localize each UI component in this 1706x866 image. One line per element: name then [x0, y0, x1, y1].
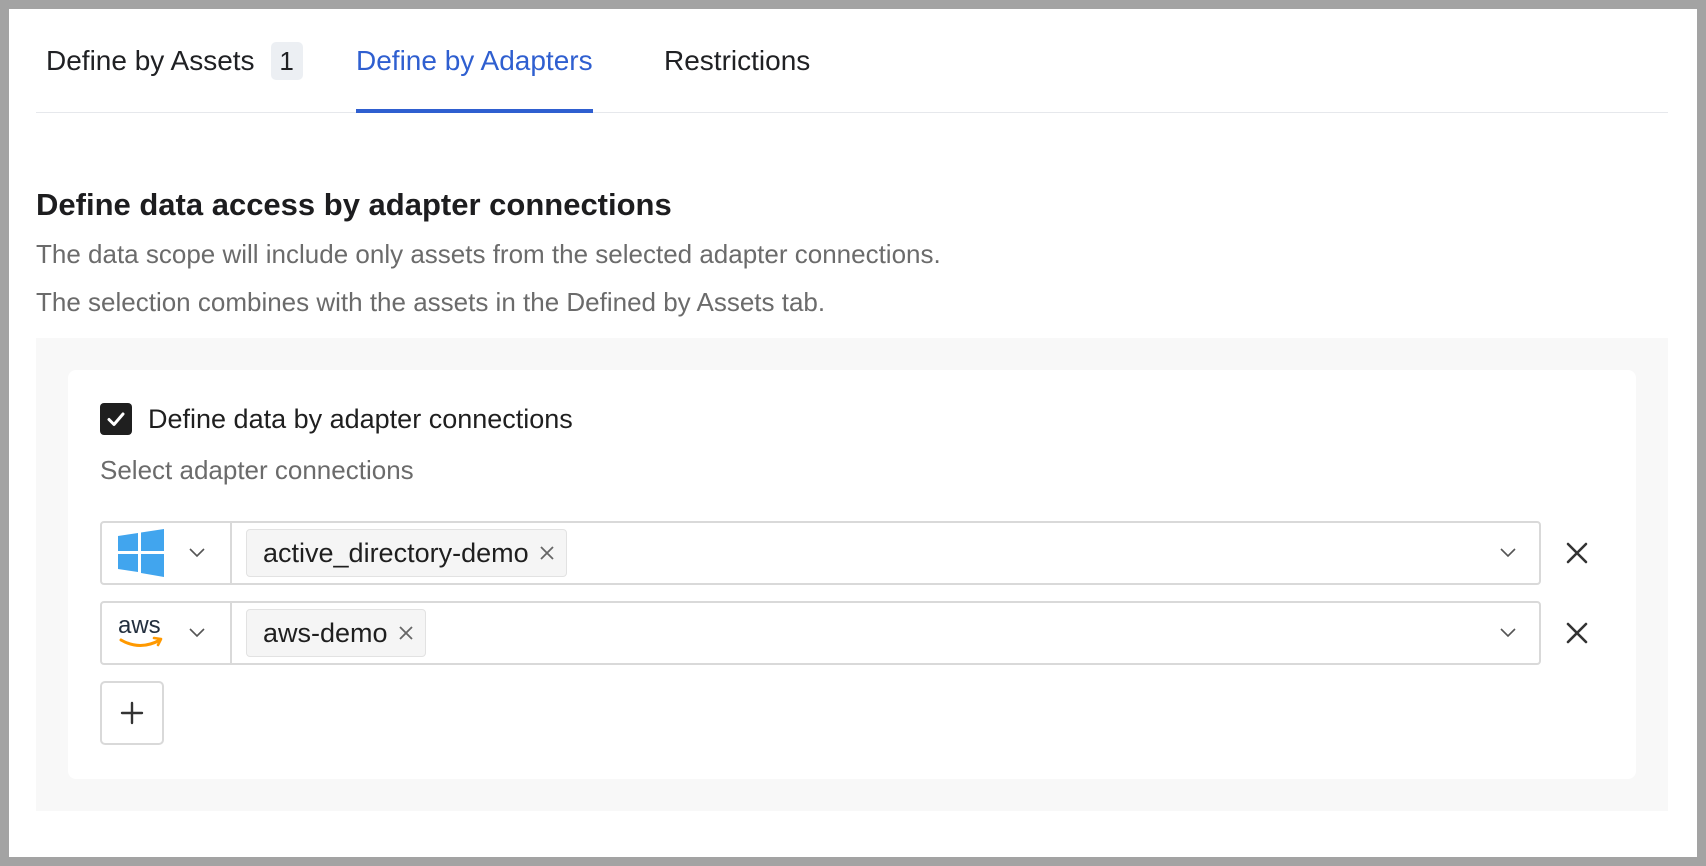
close-icon — [1566, 622, 1588, 644]
tab-label: Restrictions — [664, 45, 811, 76]
connection-row: active_directory-demo — [100, 521, 1630, 585]
windows-logo-icon — [118, 529, 164, 577]
svg-text:aws: aws — [118, 612, 161, 639]
remove-row-button[interactable] — [1561, 537, 1593, 569]
connection-tag-label: aws-demo — [263, 617, 388, 648]
define-by-adapters-checkbox-row[interactable]: Define data by adapter connections — [100, 403, 573, 435]
tab-define-by-adapters[interactable]: Define by Adapters — [356, 9, 593, 113]
chevron-down-icon — [189, 628, 205, 638]
define-by-adapters-checkbox[interactable] — [100, 403, 132, 435]
adapter-settings-card: Define data by adapter connections Selec… — [68, 370, 1636, 779]
section-description: The selection combines with the assets i… — [36, 287, 826, 317]
section-title: Define data access by adapter connection… — [36, 187, 672, 222]
select-connections-label: Select adapter connections — [100, 455, 414, 485]
close-icon — [1566, 542, 1588, 564]
aws-logo-icon: aws — [118, 612, 163, 647]
tab-restrictions[interactable]: Restrictions — [664, 9, 810, 113]
data-scope-panel: Define by Assets 1 Define by Adapters Re… — [9, 9, 1697, 857]
chevron-down-icon[interactable] — [1499, 545, 1517, 559]
connection-tag-label: active_directory-demo — [263, 537, 529, 568]
connection-select[interactable]: aws aws-demo — [100, 601, 1541, 665]
connection-tag: active_directory-demo — [246, 529, 567, 577]
tab-label: Define by Adapters — [356, 45, 593, 76]
checkmark-icon — [107, 412, 125, 426]
count-badge: 1 — [270, 42, 303, 80]
tab-define-by-assets[interactable]: Define by Assets 1 — [46, 9, 303, 113]
remove-row-button[interactable] — [1561, 617, 1593, 649]
remove-tag-icon[interactable] — [538, 544, 556, 562]
connection-tag: aws-demo — [246, 609, 426, 657]
adapter-type-select[interactable]: aws — [102, 603, 232, 663]
tab-label: Define by Assets — [46, 45, 255, 76]
connection-select[interactable]: active_directory-demo — [100, 521, 1541, 585]
adapter-type-select[interactable] — [102, 523, 232, 583]
chevron-down-icon[interactable] — [1499, 625, 1517, 639]
add-connection-button[interactable] — [100, 681, 164, 745]
chevron-down-icon — [189, 548, 205, 558]
plus-icon — [120, 701, 144, 725]
adapter-settings-panel: Define data by adapter connections Selec… — [36, 338, 1668, 811]
connection-row: aws aws-demo — [100, 601, 1630, 665]
remove-tag-icon[interactable] — [397, 624, 415, 642]
checkbox-label: Define data by adapter connections — [148, 403, 573, 434]
section-description: The data scope will include only assets … — [36, 239, 941, 269]
tab-bar: Define by Assets 1 Define by Adapters Re… — [36, 9, 1668, 113]
